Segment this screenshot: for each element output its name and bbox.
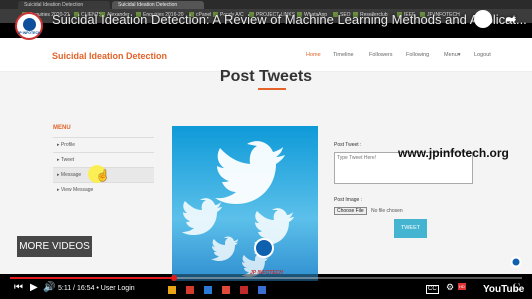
- share-icon[interactable]: ➦: [505, 11, 521, 27]
- site-navbar: Suicidal Ideation Detection Home Timelin…: [0, 38, 532, 72]
- app-icon: [204, 286, 212, 294]
- menu-item-label: View Message: [60, 187, 94, 193]
- post-image-label: Post Image :: [334, 197, 363, 203]
- app-icon: [240, 286, 248, 294]
- channel-logo-text: JP INFOTECH: [17, 31, 41, 35]
- choose-file-button[interactable]: Choose File: [334, 207, 367, 215]
- title-underline: [258, 88, 286, 90]
- nav-home[interactable]: Home: [306, 52, 321, 58]
- tweet-illustration: [172, 126, 318, 281]
- watermark-url: www.jpinfotech.org: [398, 146, 509, 160]
- menu-title: MENU: [53, 125, 71, 131]
- browser-tab-bar: Suicidal Ideation Detection Suicidal Ide…: [0, 0, 532, 9]
- fullscreen-icon[interactable]: ⛶: [514, 282, 520, 293]
- previous-icon[interactable]: ⏮: [14, 282, 23, 293]
- nav-followers[interactable]: Followers: [369, 52, 393, 58]
- browser-tab-active[interactable]: Suicidal Ideation Detection: [112, 1, 204, 9]
- nav-menu[interactable]: Menu▾: [444, 52, 461, 58]
- page-title: Post Tweets: [219, 68, 313, 85]
- folder-icon: [168, 286, 176, 294]
- post-tweet-label: Post Tweet :: [334, 142, 362, 148]
- nav-logout[interactable]: Logout: [474, 52, 491, 58]
- no-file-text: No file chosen: [371, 208, 403, 214]
- play-icon[interactable]: ▶: [30, 282, 38, 293]
- volume-icon[interactable]: 🔊: [43, 282, 55, 293]
- globe-icon: [23, 18, 36, 31]
- browser-tab[interactable]: Suicidal Ideation Detection: [18, 1, 110, 9]
- app-icon: [222, 286, 230, 294]
- channel-logo[interactable]: JP INFOTECH: [15, 12, 43, 40]
- menu-item-label: Tweet: [60, 157, 75, 163]
- settings-gear-icon[interactable]: ⚙: [446, 282, 454, 293]
- video-timecode: 5:11 / 16:54 • User Login: [58, 285, 135, 292]
- hd-badge: HD: [458, 283, 466, 290]
- more-videos-button[interactable]: MORE VIDEOS: [17, 236, 92, 257]
- caret-down-icon: ▾: [457, 52, 461, 58]
- bird-icon: [182, 141, 294, 277]
- progress-played: [10, 277, 174, 279]
- channel-watermark-icon[interactable]: [510, 256, 522, 268]
- nav-menu-label: Menu: [444, 52, 458, 58]
- menu-item-label: Message: [60, 172, 82, 178]
- nav-following[interactable]: Following: [406, 52, 429, 58]
- menu-item-label: Profile: [60, 142, 76, 148]
- hand-cursor-icon: ☝: [96, 170, 110, 182]
- tweet-submit-button[interactable]: TWEET: [394, 219, 427, 238]
- site-brand[interactable]: Suicidal Ideation Detection: [52, 51, 167, 61]
- menu-item-profile[interactable]: ▸ Profile: [53, 137, 154, 152]
- menu-item-view-message[interactable]: ▸ View Message: [53, 182, 154, 197]
- app-icon: [258, 286, 266, 294]
- menu-item-tweet[interactable]: ▸ Tweet: [53, 152, 154, 167]
- captions-button[interactable]: CC: [426, 285, 439, 294]
- watermark-globe-icon: [254, 238, 274, 258]
- video-title[interactable]: Suicidal Ideation Detection: A Review of…: [52, 12, 527, 27]
- progress-scrubber[interactable]: [171, 275, 177, 281]
- nav-timeline[interactable]: Timeline: [333, 52, 354, 58]
- watch-later-icon[interactable]: [474, 10, 492, 28]
- app-icon: [186, 286, 194, 294]
